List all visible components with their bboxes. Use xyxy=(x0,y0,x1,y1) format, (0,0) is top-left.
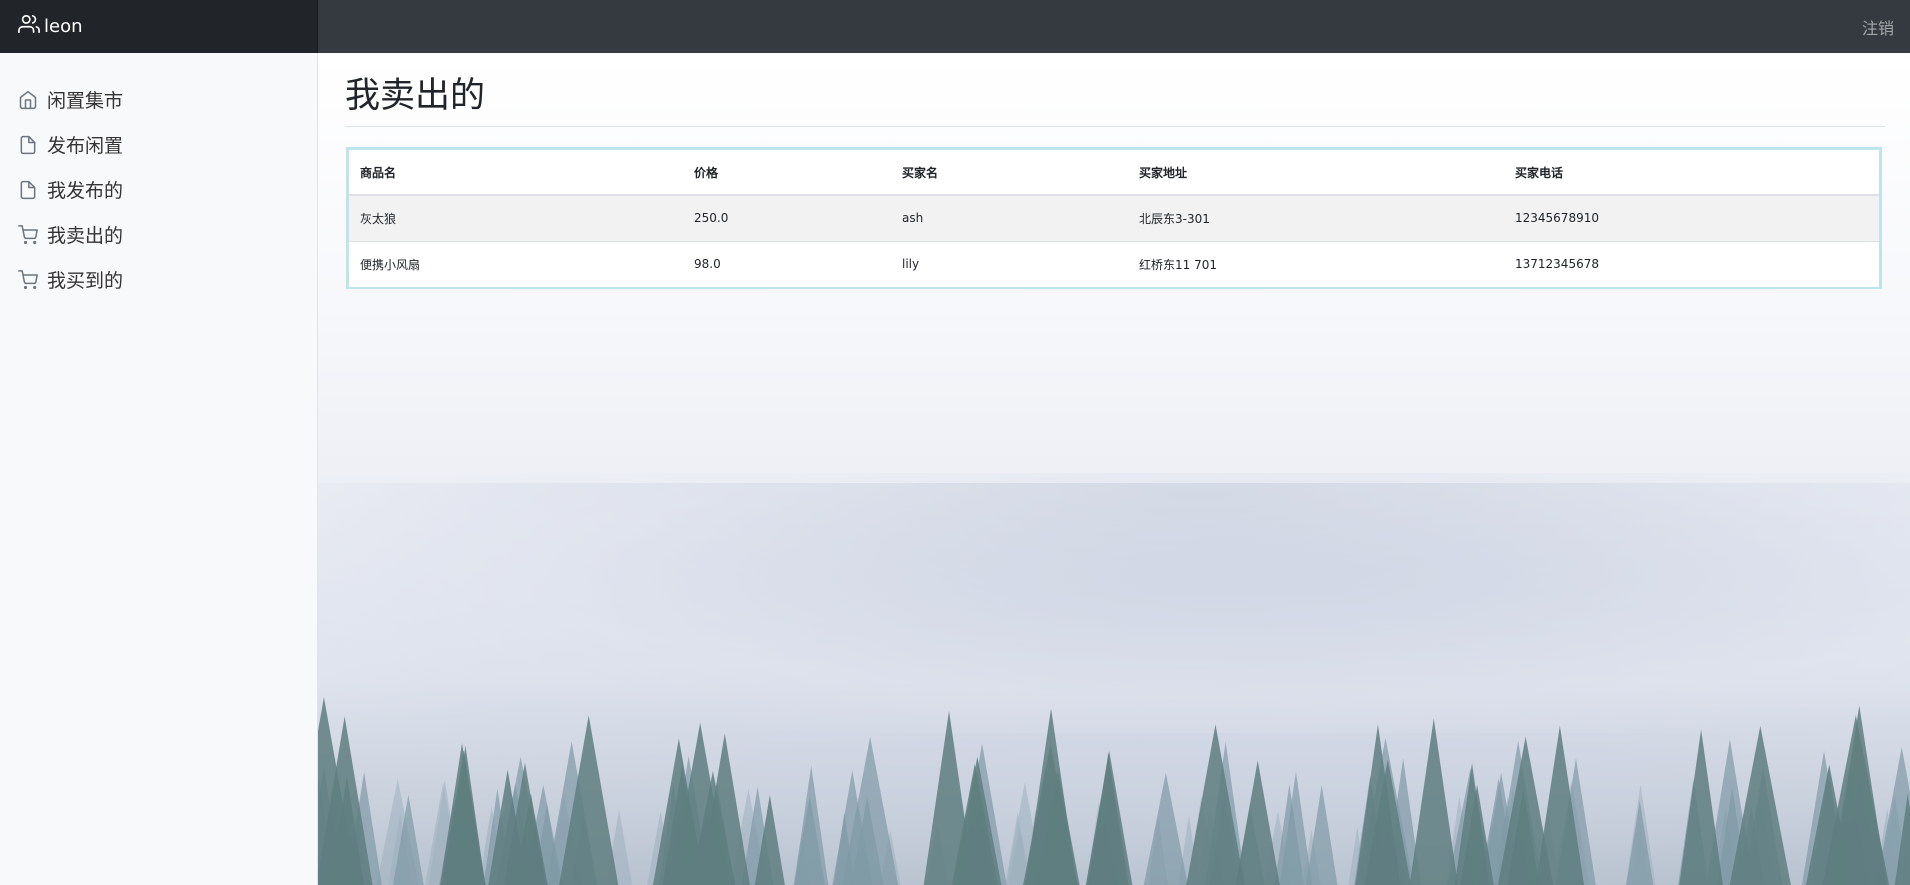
cell-price: 98.0 xyxy=(683,240,891,287)
column-header: 买家电话 xyxy=(1504,150,1879,196)
cart-icon xyxy=(18,224,38,244)
sidebar-item-label: 闲置集市 xyxy=(47,90,124,112)
table-row: 灰太狼 250.0 ash 北辰东3-301 12345678910 xyxy=(349,194,1879,241)
table-header-row: 商品名 价格 买家名 买家地址 买家电话 xyxy=(349,150,1879,196)
cell-item-name: 便携小风扇 xyxy=(349,240,683,287)
forest-background xyxy=(318,697,1910,885)
cell-buyer-phone: 12345678910 xyxy=(1504,194,1879,241)
column-header: 价格 xyxy=(683,150,891,196)
page-title: 我卖出的 xyxy=(345,76,486,116)
user-name: leon xyxy=(44,16,83,37)
tree-shape xyxy=(794,765,829,885)
title-divider xyxy=(345,126,1885,127)
tree-shape xyxy=(1831,705,1887,885)
home-icon xyxy=(19,90,37,109)
sidebar-item-my-bought[interactable]: 我买到的 xyxy=(0,257,317,302)
tree-shape xyxy=(1085,750,1133,885)
column-header: 买家地址 xyxy=(1128,150,1504,196)
file-icon xyxy=(20,180,36,199)
tree-shape xyxy=(1025,708,1077,885)
cell-item-name: 灰太狼 xyxy=(349,194,683,241)
logout-link[interactable]: 注销 xyxy=(1862,0,1894,53)
cell-buyer-name: ash xyxy=(891,194,1128,241)
sidebar-item-label: 我卖出的 xyxy=(47,225,124,247)
sidebar-item-label: 我买到的 xyxy=(47,270,124,292)
file-icon xyxy=(20,135,36,154)
table-row: 便携小风扇 98.0 lily 红桥东11 701 13712345678 xyxy=(349,240,1879,287)
column-header: 买家名 xyxy=(891,150,1128,196)
user-brand[interactable]: leon xyxy=(0,0,318,53)
cell-price: 250.0 xyxy=(683,194,891,241)
tree-shape xyxy=(923,710,975,885)
users-icon xyxy=(18,13,44,40)
column-header: 商品名 xyxy=(349,150,683,196)
cell-buyer-name: lily xyxy=(891,240,1128,287)
sidebar: 闲置集市 发布闲置 我发布的 我卖出的 我买到的 xyxy=(0,53,318,885)
tree-shape xyxy=(1186,724,1245,885)
main-content: 我卖出的 商品名 价格 买家名 买家地址 买家电话 灰太狼 250.0 ash … xyxy=(318,53,1910,885)
tree-shape xyxy=(1235,760,1280,885)
sidebar-item-label: 发布闲置 xyxy=(47,135,124,157)
sold-items-table: 商品名 价格 买家名 买家地址 买家电话 灰太狼 250.0 ash 北辰东3-… xyxy=(346,147,1882,289)
tree-shape xyxy=(1679,729,1723,885)
sidebar-item-my-published[interactable]: 我发布的 xyxy=(0,167,317,212)
sidebar-item-publish[interactable]: 发布闲置 xyxy=(0,122,317,167)
top-navbar: leon 注销 xyxy=(0,0,1910,53)
cart-icon xyxy=(18,269,38,289)
sidebar-item-my-sold[interactable]: 我卖出的 xyxy=(0,212,317,257)
cell-buyer-phone: 13712345678 xyxy=(1504,240,1879,287)
sidebar-item-label: 我发布的 xyxy=(47,180,124,202)
cell-buyer-address: 红桥东11 701 xyxy=(1128,240,1504,287)
tree-shape xyxy=(1143,772,1188,885)
tree-shape xyxy=(1409,718,1458,885)
sidebar-item-market[interactable]: 闲置集市 xyxy=(0,77,317,122)
cell-buyer-address: 北辰东3-301 xyxy=(1128,194,1504,241)
